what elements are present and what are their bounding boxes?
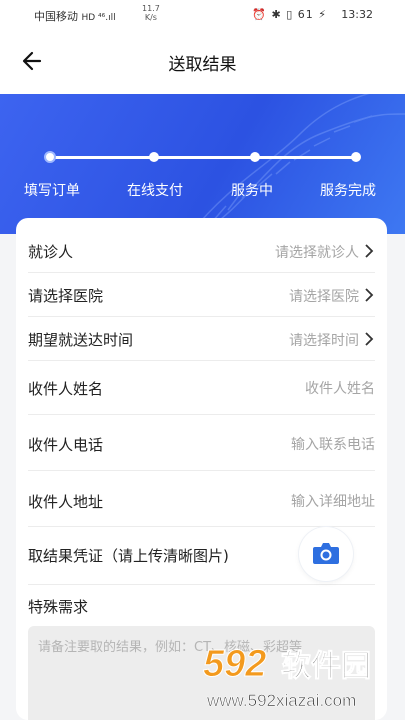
delivery-time-label: 期望就送达时间 [28,331,134,349]
hospital-row[interactable]: 请选择医院 请选择医院 [28,272,375,317]
network-speed-value: 11.7 [142,4,160,13]
network-speed: 11.7 K/s [142,4,160,22]
hospital-placeholder: 请选择医院 [289,289,359,305]
recipient-phone-label: 收件人电话 [28,436,104,454]
chevron-right-icon [365,244,374,258]
app-header: 送取结果 [0,30,405,94]
recipient-phone-row: 收件人电话 输入联系电话 [28,414,375,471]
recipient-name-input[interactable]: 收件人姓名 [305,378,375,398]
recipient-phone-input[interactable]: 输入联系电话 [291,434,375,454]
page-title: 送取结果 [168,55,237,75]
status-icons: ⏰ ✱ ▯ 61 ⚡ [252,8,327,21]
delivery-time-row[interactable]: 期望就送达时间 请选择时间 [28,316,375,361]
delivery-time-placeholder: 请选择时间 [289,333,359,349]
recipient-name-row: 收件人姓名 收件人姓名 [28,360,375,415]
voucher-label: 取结果凭证（请上传清晰图片) [28,547,229,565]
upload-photo-button[interactable] [299,527,353,581]
carrier-name: 中国移动 [34,10,78,23]
clock: 13:32 [341,8,373,21]
step-label-fill-order: 填写订单 [24,183,80,199]
camera-icon [313,543,339,564]
chevron-right-icon [365,288,374,302]
recipient-address-input[interactable]: 输入详细地址 [291,491,375,511]
status-bar: 中国移动 HD ⁴⁶.ıll 11.7 K/s ⏰ ✱ ▯ 61 ⚡ 13:32 [0,0,405,30]
step-dot-3 [250,152,260,162]
svg-text:592: 592 [203,643,266,685]
step-label-in-service: 服务中 [231,183,273,199]
patient-row[interactable]: 就诊人 请选择就诊人 [28,228,375,273]
hospital-label: 请选择医院 [28,287,104,305]
voucher-row: 取结果凭证（请上传清晰图片) [28,526,375,585]
step-dot-1 [44,151,56,163]
chevron-right-icon [365,332,374,346]
patient-placeholder: 请选择就诊人 [275,245,359,261]
recipient-name-label: 收件人姓名 [28,380,104,398]
step-dot-2 [149,152,159,162]
dna-decoration [189,94,405,234]
special-request-label: 特殊需求 [28,598,89,616]
progress-track [50,156,356,159]
step-dot-4 [351,152,361,162]
svg-text:www.592xiazai.com: www.592xiazai.com [206,691,356,710]
patient-label: 就诊人 [28,243,74,261]
step-label-complete: 服务完成 [320,183,376,199]
special-request-row: 特殊需求 [28,584,375,624]
carrier-label: 中国移动 HD ⁴⁶.ıll [34,8,116,24]
svg-text:软件园: 软件园 [281,649,371,684]
recipient-address-label: 收件人地址 [28,493,104,511]
signal-icon: HD ⁴⁶.ıll [81,13,116,23]
watermark-logo: 592 软件园 www.592xiazai.com [203,643,372,711]
network-speed-unit: K/s [144,13,157,22]
step-label-payment: 在线支付 [127,183,183,199]
progress-banner: 填写订单 在线支付 服务中 服务完成 [0,94,405,234]
recipient-address-row: 收件人地址 输入详细地址 [28,470,375,527]
